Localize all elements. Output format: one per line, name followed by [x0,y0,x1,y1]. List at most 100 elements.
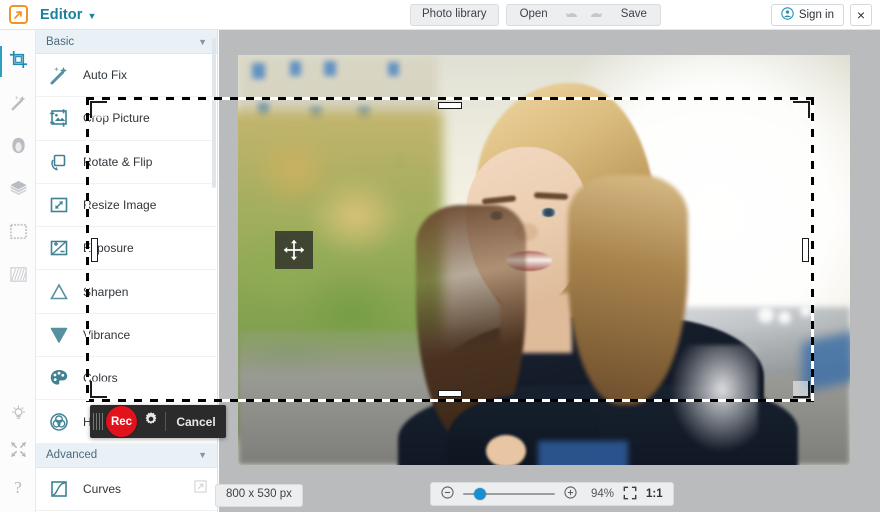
selection-handle-top-right[interactable] [793,101,810,118]
brand-menu[interactable]: Editor ▼ [40,7,97,23]
sidebar-item-label: Auto Fix [83,68,128,83]
rail-item-fullscreen[interactable] [0,434,36,470]
crop-icon [9,50,28,74]
question-mark-icon: ? [14,478,22,497]
rail-item-ideas[interactable] [0,398,36,434]
selection-edge-right [811,97,814,402]
redo-arrow-icon[interactable] [589,8,604,23]
photo-library-button[interactable]: Photo library [410,4,499,26]
chevron-down-icon: ▼ [198,36,207,47]
capture-selection-overlay[interactable] [86,97,814,402]
zoom-slider[interactable] [463,487,555,501]
expand-arrows-icon [10,441,27,463]
vibrance-triangle-icon [46,322,71,347]
selection-handle-bottom[interactable] [438,390,462,397]
gear-icon [143,411,159,432]
close-icon: × [856,7,866,23]
rail-item-help[interactable]: ? [0,470,36,506]
account-actions: Sign in × [770,4,872,26]
cancel-button[interactable]: Cancel [166,415,226,429]
selection-handle-bottom-left[interactable] [90,381,107,398]
texture-icon [9,265,28,289]
marching-ants-border [86,97,814,402]
rec-button[interactable]: Rec [106,406,137,437]
minus-circle-icon[interactable] [441,486,454,502]
zoom-slider-knob[interactable] [473,488,486,500]
section-title-advanced: Advanced [46,449,98,462]
rail-item-portrait[interactable] [0,126,36,169]
sign-in-button[interactable]: Sign in [770,4,844,26]
section-title-basic: Basic [46,35,75,48]
image-editor-window: Editor ▼ Photo library Open Save Sign in… [0,0,880,512]
chevron-down-icon: ▼ [87,10,97,21]
selection-handle-right[interactable] [802,237,809,262]
magic-wand-icon [9,93,28,117]
selection-handle-top-left[interactable] [90,101,107,118]
plus-circle-icon[interactable] [564,486,577,502]
rail-item-layers[interactable] [0,169,36,212]
section-header-basic[interactable]: Basic ▼ [36,30,217,54]
photo-window [290,61,301,76]
photo-window [252,63,265,79]
hue-venn-icon [46,409,71,434]
section-header-advanced[interactable]: Advanced ▼ [36,443,217,468]
move-arrows-icon[interactable] [275,230,313,269]
fit-screen-icon[interactable] [623,486,637,503]
color-palette-icon [46,366,71,391]
close-button[interactable]: × [850,4,872,26]
tool-rail-top [0,30,35,298]
portrait-icon [9,136,28,160]
sidebar-item-auto-fix[interactable]: Auto Fix [36,54,217,98]
selection-edge-left [86,97,89,402]
magic-wand-icon [46,63,71,88]
exposure-icon [46,236,71,261]
undo-arrow-icon[interactable] [565,8,580,23]
recorder-toolbar[interactable]: Rec Cancel [90,405,226,438]
open-save-group: Open Save [505,4,661,26]
user-circle-icon [781,7,794,23]
image-dimensions-label: 800 x 530 px [215,484,303,507]
sidebar-item-label: Curves [83,481,122,496]
resize-icon [46,193,71,218]
rec-label: Rec [110,415,133,428]
layers-icon [9,179,28,203]
drag-grip-icon[interactable] [93,413,105,430]
rotate-flip-icon [46,149,71,174]
open-button[interactable]: Open [507,5,561,25]
rail-item-textures[interactable] [0,255,36,298]
brand-label: Editor [40,6,83,23]
app-logo[interactable] [0,0,36,30]
chevron-down-icon: ▼ [198,450,207,461]
selection-handle-left[interactable] [91,237,98,262]
sign-in-label: Sign in [798,9,834,21]
lightbulb-icon [10,405,27,427]
curves-icon [46,476,71,501]
sharpen-triangle-icon [46,279,71,304]
expand-badge-icon[interactable] [194,480,207,498]
orange-arrow-logo-icon [8,5,28,24]
frame-icon [9,222,28,246]
photo-subject-jeans [538,441,628,465]
selection-handle-top[interactable] [438,102,462,109]
photo-window [388,62,399,76]
recorder-settings-button[interactable] [137,411,165,432]
tool-rail: ? [0,30,36,512]
actual-size-button[interactable]: 1:1 [646,488,663,500]
selection-edge-top [86,97,814,100]
zoom-percent-label: 94% [590,488,614,500]
selection-handle-bottom-right[interactable] [793,381,810,398]
photo-subject-hand [486,435,526,465]
save-button[interactable]: Save [608,5,660,25]
tool-rail-bottom: ? [0,398,36,506]
selection-edge-bottom [86,399,814,402]
zoom-controls: 94% 1:1 [430,482,674,506]
history-arrows [561,8,608,23]
sidebar-item-curves[interactable]: Curves [36,468,217,511]
photo-window [324,61,336,76]
rail-item-crop[interactable] [0,40,36,83]
file-actions-group: Photo library Open Save [410,4,661,26]
top-toolbar: Editor ▼ Photo library Open Save Sign in… [0,0,880,30]
rail-item-frames[interactable] [0,212,36,255]
rail-item-touch-up[interactable] [0,83,36,126]
crop-picture-icon [46,106,71,131]
